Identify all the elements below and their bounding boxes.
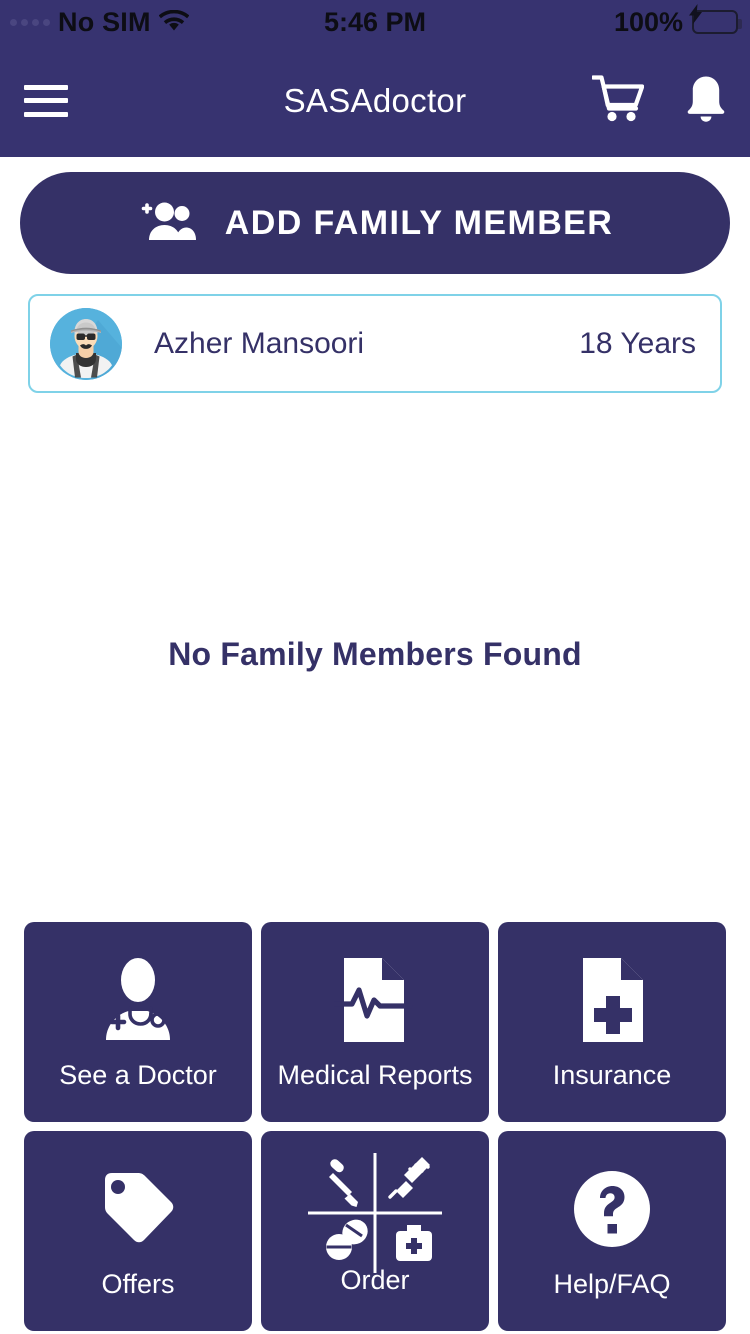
shopping-cart-icon[interactable] xyxy=(590,74,645,127)
tile-offers[interactable]: Offers xyxy=(24,1131,252,1331)
tile-see-a-doctor[interactable]: See a Doctor xyxy=(24,922,252,1122)
add-person-icon xyxy=(137,200,199,247)
add-family-member-label: ADD FAMILY MEMBER xyxy=(224,203,614,242)
tile-medical-reports[interactable]: Medical Reports xyxy=(261,922,489,1122)
tile-label: Medical Reports xyxy=(277,1059,473,1090)
battery-percent-label: 100% xyxy=(613,6,683,37)
tile-label: Insurance xyxy=(552,1059,672,1090)
price-tag-icon xyxy=(92,1163,184,1255)
status-bar-right: 100% xyxy=(613,4,742,38)
status-bar: No SIM 5:46 PM 100% xyxy=(0,0,750,44)
app-screen: No SIM 5:46 PM 100% SASAdoctor ADD FAMIL… xyxy=(0,0,750,1334)
pharmacy-quadrant-icon xyxy=(300,1152,450,1273)
document-heartbeat-icon xyxy=(334,954,416,1046)
family-member-age: 18 Years xyxy=(579,326,696,360)
family-member-name: Azher Mansoori xyxy=(154,326,365,360)
document-cross-icon xyxy=(571,954,653,1046)
question-circle-icon xyxy=(568,1163,656,1255)
tile-order[interactable]: Order xyxy=(261,1131,489,1331)
user-avatar-icon xyxy=(50,307,122,380)
tile-help-faq[interactable]: Help/FAQ xyxy=(498,1131,726,1331)
tile-insurance[interactable]: Insurance xyxy=(498,922,726,1122)
tile-label: Order xyxy=(340,1264,410,1295)
notification-bell-icon[interactable] xyxy=(684,74,728,127)
tile-label: See a Doctor xyxy=(59,1059,217,1090)
add-family-member-button[interactable]: ADD FAMILY MEMBER xyxy=(20,172,730,274)
battery-charging-icon xyxy=(689,4,742,34)
app-header: SASAdoctor xyxy=(0,44,750,157)
quick-actions-grid: See a Doctor Medical Reports Insurance O… xyxy=(24,922,726,1331)
family-member-row[interactable]: Azher Mansoori 18 Years xyxy=(28,294,722,393)
doctor-stethoscope-icon xyxy=(92,954,184,1046)
tile-label: Offers xyxy=(101,1268,175,1299)
empty-state-message: No Family Members Found xyxy=(168,636,582,672)
header-actions xyxy=(590,74,728,127)
tile-label: Help/FAQ xyxy=(553,1268,671,1299)
